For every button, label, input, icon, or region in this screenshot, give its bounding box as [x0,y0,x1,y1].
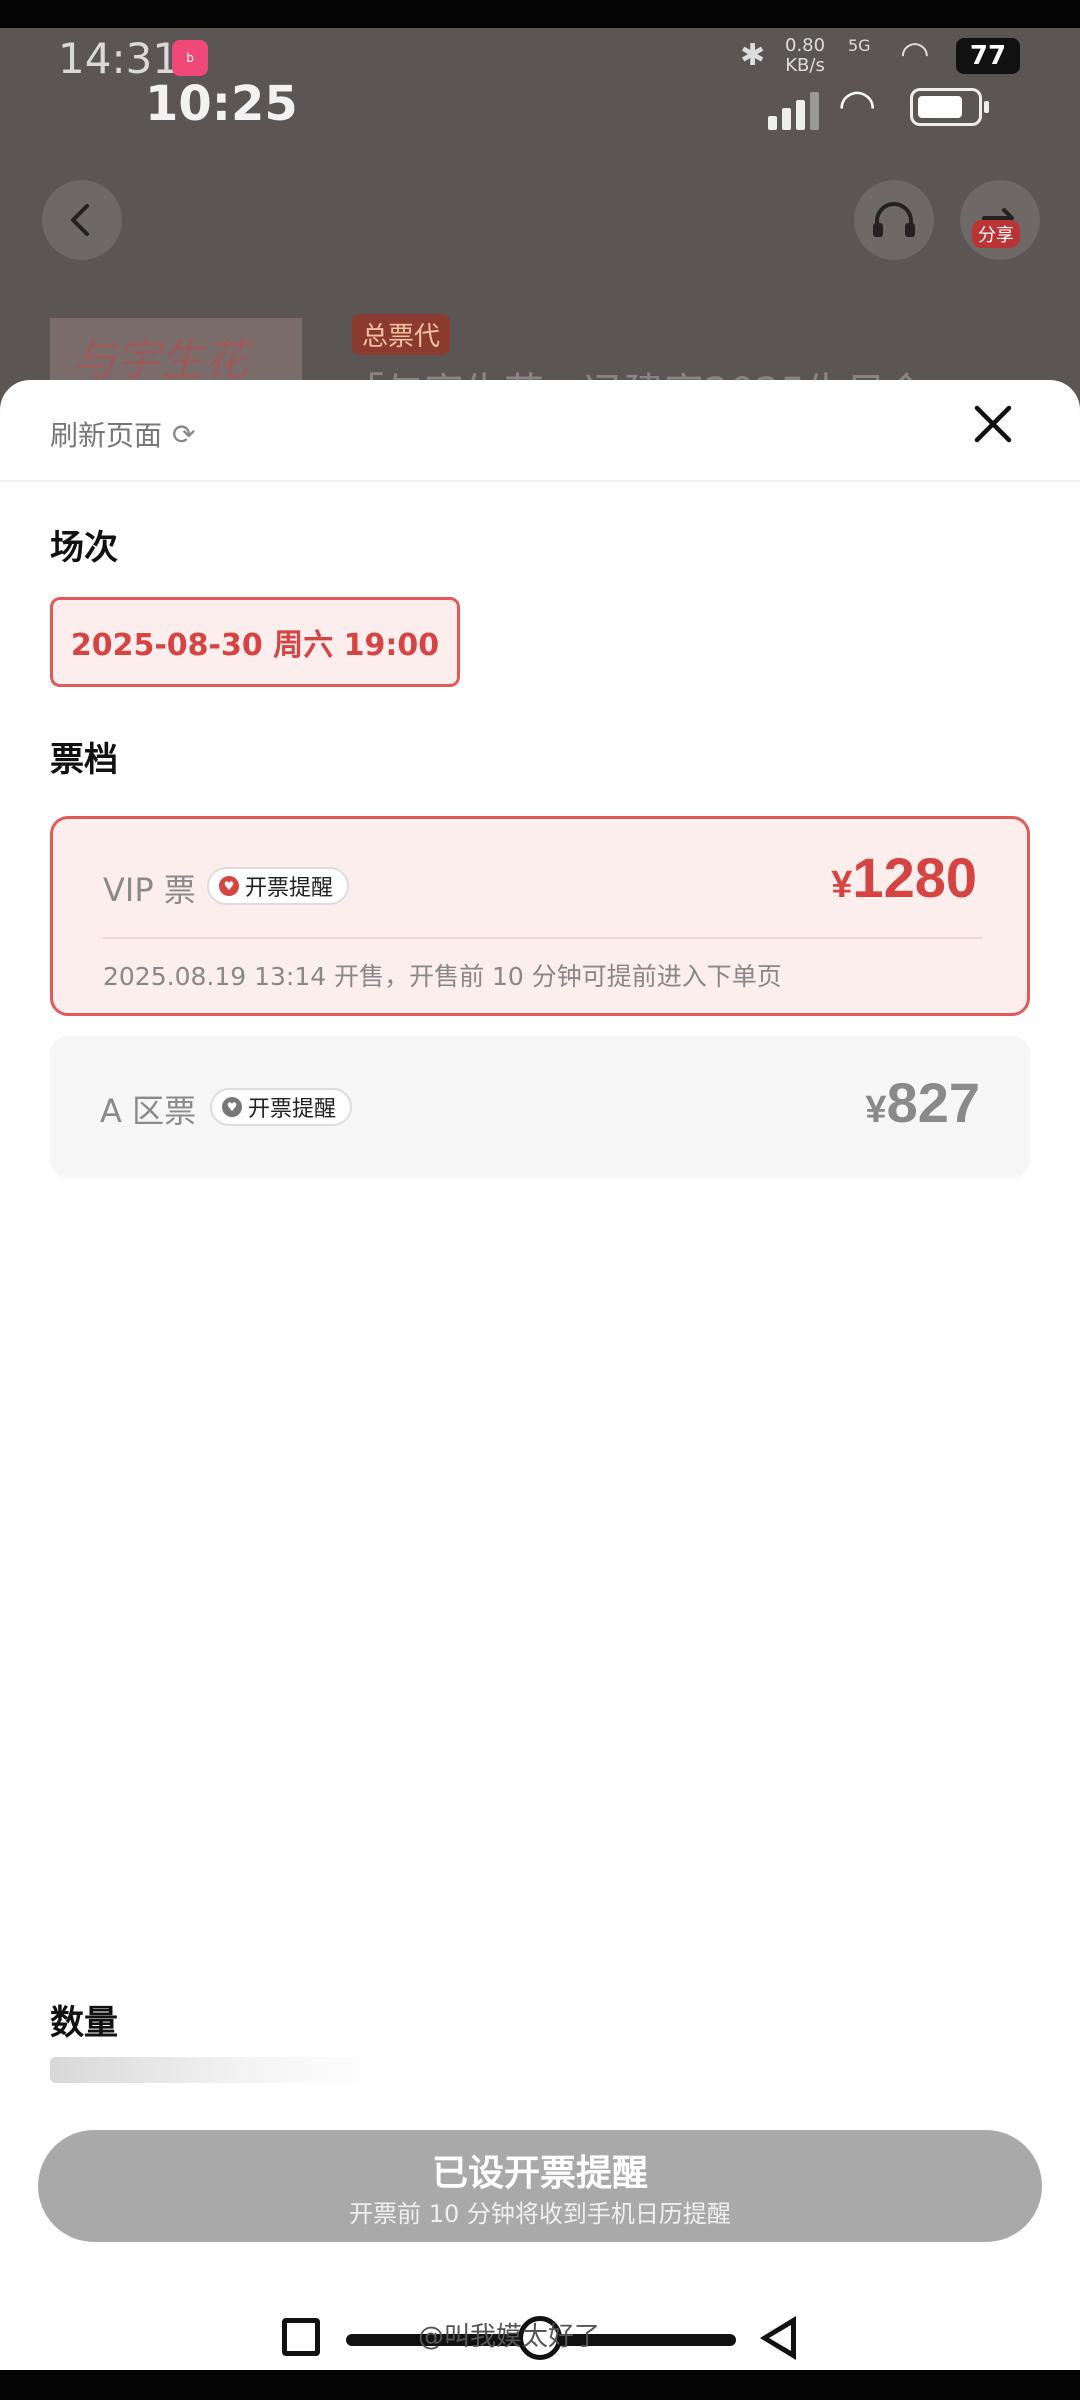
refresh-label: 刷新页面 [50,419,163,452]
tier-name: A 区票 [100,1092,197,1130]
heart-icon: ♥ [219,876,239,896]
share-label: 分享 [972,220,1020,248]
back-button[interactable] [42,180,122,260]
tier-name: VIP 票 [103,871,196,909]
battery-icon [910,88,989,126]
bluetooth-icon: ✱ [740,38,766,73]
bottom-bezel [0,2370,1080,2400]
wifi-icon: ◠ [900,34,930,74]
sale-reminder-tag: ♥ 开票提醒 [207,867,350,905]
network-type: 5G [848,36,871,55]
heart-icon: ♥ [222,1097,242,1117]
headset-icon [873,202,915,237]
promo-tag: 总票代 [352,314,451,355]
signal-bars-icon [768,90,824,130]
chevron-left-icon [71,204,89,236]
cta-sub-label: 开票前 10 分钟将收到手机日历提醒 [349,2200,731,2228]
customer-service-button[interactable] [854,180,934,260]
battery-level: 77 [956,38,1020,74]
tier-section-title: 票档 [50,740,118,780]
sale-note: 2025.08.19 13:14 开售，开售前 10 分钟可提前进入下单页 [103,962,782,991]
divider [103,937,983,939]
tier-option-vip[interactable]: VIP 票 ♥ 开票提醒 ¥1280 2025.08.19 13:14 开售，开… [50,816,1030,1016]
net-speed: 0.80 KB/s [785,35,826,76]
recent-apps-button[interactable] [282,2318,320,2356]
quantity-section-title: 数量 [50,2003,118,2043]
tier-price: ¥827 [865,1071,980,1134]
reminder-set-button[interactable]: 已设开票提醒 开票前 10 分钟将收到手机日历提醒 [38,2130,1042,2242]
tier-price: ¥1280 [831,846,977,909]
refresh-icon: ⟳ [172,417,196,451]
back-nav-button[interactable] [760,2316,796,2360]
session-section-title: 场次 [50,528,118,568]
phone-screen: 14:31 b 10:25 ✱ 0.80 KB/s 5G ◠ 77 ◠ 分享 与… [0,0,1080,2400]
tier-option-a-zone[interactable]: A 区票 ♥ 开票提醒 ¥827 [50,1036,1030,1178]
session-option-selected[interactable]: 2025-08-30 周六 19:00 [50,597,460,687]
status-bar: 14:31 b 10:25 ✱ 0.80 KB/s 5G ◠ 77 ◠ [0,28,1080,178]
bilibili-icon: b [172,40,208,76]
wifi-icon-inner: ◠ [838,80,877,131]
sale-reminder-tag: ♥ 开票提醒 [210,1088,353,1126]
quantity-selector-obscured [50,2057,380,2083]
inner-clock: 10:25 [145,76,298,132]
watermark: @叫我嫫太好了 [418,2322,601,2352]
cta-main-label: 已设开票提醒 [431,2153,648,2194]
top-bezel [0,0,1080,28]
close-button[interactable] [968,402,1018,452]
sheet-header: 刷新页面 ⟳ [0,380,1080,482]
ticket-selection-sheet: 刷新页面 ⟳ 场次 2025-08-30 周六 19:00 票档 VIP 票 ♥… [0,380,1080,2370]
close-icon [974,405,1012,443]
refresh-page-button[interactable]: 刷新页面 ⟳ [50,414,195,454]
